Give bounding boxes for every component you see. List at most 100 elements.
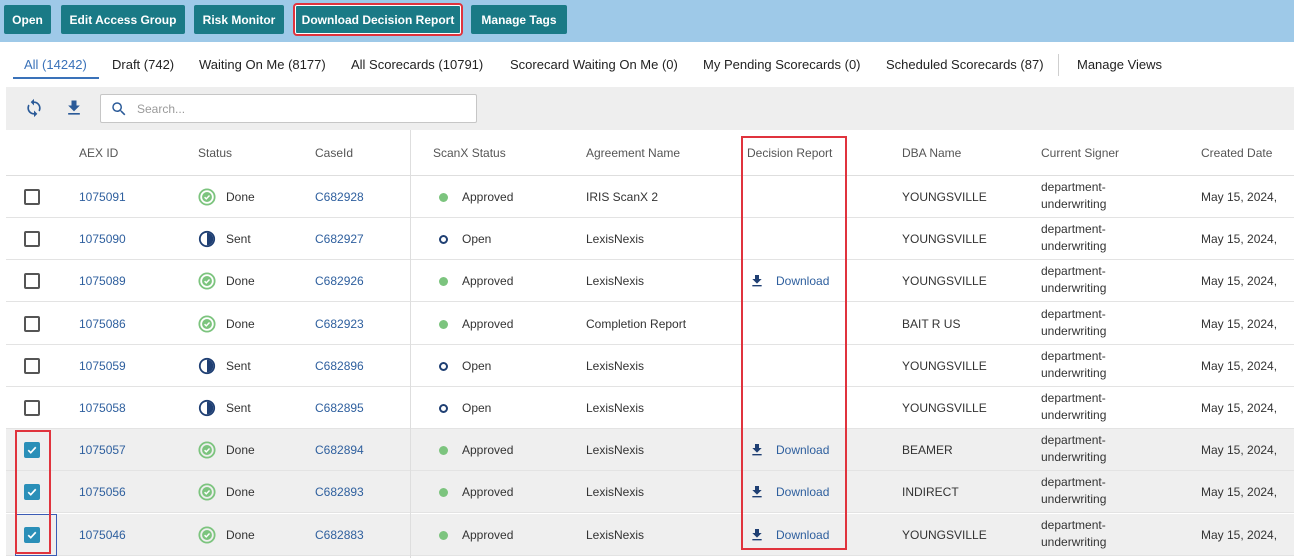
header-agreement-name[interactable]: Agreement Name	[586, 146, 680, 160]
case-id-link[interactable]: C682923	[315, 317, 364, 331]
row-checkbox[interactable]	[24, 273, 40, 290]
current-signer: department-underwriting	[1041, 517, 1106, 551]
aex-id-link[interactable]: 1075057	[79, 443, 126, 457]
tab-manage-views[interactable]: Manage Views	[1077, 57, 1162, 72]
header-scanx-status[interactable]: ScanX Status	[433, 146, 506, 160]
download-report-link[interactable]: Download	[776, 485, 829, 499]
table-row[interactable]: 1075058 Sent C682895 Open LexisNexis YOUNGSVI…	[6, 387, 1294, 429]
download-report-link[interactable]: Download	[776, 528, 829, 542]
case-id-link[interactable]: C682895	[315, 401, 364, 415]
current-signer: department-underwriting	[1041, 263, 1106, 297]
header-dba-name[interactable]: DBA Name	[902, 146, 961, 160]
row-checkbox[interactable]	[24, 526, 40, 543]
case-id-link[interactable]: C682926	[315, 274, 364, 288]
sent-status-icon	[198, 399, 216, 417]
download-report-link[interactable]: Download	[776, 443, 829, 457]
table-row[interactable]: 1075086 Done C682923 Approved Completion Rep…	[6, 303, 1294, 345]
aex-id-link[interactable]: 1075091	[79, 190, 126, 204]
row-checkbox[interactable]	[24, 357, 40, 374]
case-id-link[interactable]: C682928	[315, 190, 364, 204]
header-decision-report[interactable]: Decision Report	[747, 146, 832, 160]
aex-id-link[interactable]: 1075058	[79, 401, 126, 415]
case-id-link[interactable]: C682896	[315, 359, 364, 373]
header-status[interactable]: Status	[198, 146, 232, 160]
tab-all[interactable]: All (14242)	[24, 57, 87, 72]
row-checkbox[interactable]	[24, 315, 40, 332]
scanx-status-dot	[439, 277, 448, 287]
tab-separator	[1058, 54, 1059, 76]
tab-scorecard-waiting-on-me[interactable]: Scorecard Waiting On Me (0)	[510, 57, 678, 72]
header-case-id[interactable]: CaseId	[315, 146, 353, 160]
risk-monitor-button[interactable]: Risk Monitor	[194, 5, 284, 34]
case-id-link[interactable]: C682927	[315, 232, 364, 246]
case-id-link[interactable]: C682893	[315, 485, 364, 499]
action-bar: Open Edit Access Group Risk Monitor Down…	[0, 0, 1294, 42]
signer-line-1: department-	[1041, 391, 1106, 405]
created-date: May 15, 2024,	[1201, 190, 1278, 204]
current-signer: department-underwriting	[1041, 432, 1106, 466]
table-row[interactable]: 1075091 Done C682928 Approved IRIS ScanX 2 YO…	[6, 176, 1294, 218]
row-checkbox[interactable]	[24, 484, 40, 501]
done-status-icon	[198, 526, 216, 544]
row-checkbox[interactable]	[24, 442, 40, 459]
active-tab-indicator	[13, 77, 99, 79]
download-report-icon[interactable]	[749, 442, 765, 458]
header-created-date[interactable]: Created Date	[1201, 146, 1272, 160]
download-report-icon[interactable]	[749, 273, 765, 289]
status-text: Done	[226, 274, 255, 289]
agreement-name: LexisNexis	[586, 274, 645, 289]
created-date: May 15, 2024,	[1201, 232, 1278, 247]
aex-id-link[interactable]: 1075090	[79, 232, 126, 246]
dba-name: YOUNGSVILLE	[902, 401, 987, 415]
agreement-name: LexisNexis	[586, 358, 645, 373]
done-status-icon	[198, 483, 216, 501]
tab-scheduled-scorecards[interactable]: Scheduled Scorecards (87)	[886, 57, 1044, 72]
signer-line-2: underwriting	[1041, 365, 1107, 380]
table-row[interactable]: 1075057 Done C682894 Approved LexisNexis Down…	[6, 429, 1294, 472]
download-decision-report-button[interactable]: Download Decision Report	[293, 3, 463, 36]
status-text: Sent	[226, 232, 251, 247]
open-button[interactable]: Open	[4, 5, 51, 34]
search-input[interactable]	[137, 99, 467, 119]
case-id-link[interactable]: C682894	[315, 443, 364, 457]
download-icon[interactable]	[64, 98, 84, 118]
aex-id-link[interactable]: 1075089	[79, 274, 126, 288]
tab-my-pending-scorecards[interactable]: My Pending Scorecards (0)	[703, 57, 861, 72]
table-row[interactable]: 1075089 Done C682926 Approved LexisNexis Down…	[6, 260, 1294, 303]
sent-status-icon	[198, 231, 216, 248]
created-date: May 15, 2024,	[1201, 401, 1278, 415]
signer-line-1: department-	[1041, 475, 1106, 490]
table-header: AEX ID Status CaseId ScanX Status Agreem…	[6, 130, 1294, 176]
aex-id-link[interactable]: 1075056	[79, 485, 126, 499]
signer-line-1: department-	[1041, 433, 1106, 448]
case-id-link[interactable]: C682883	[315, 528, 364, 542]
table-row[interactable]: 1075046 Done C682883 Approved LexisNexis Down…	[6, 513, 1294, 556]
refresh-icon[interactable]	[24, 98, 44, 118]
download-report-icon[interactable]	[749, 484, 765, 500]
signer-line-1: department-	[1041, 306, 1106, 321]
tab-waiting-on-me[interactable]: Waiting On Me (8177)	[199, 57, 326, 72]
agreement-name: LexisNexis	[586, 401, 645, 415]
tab-draft[interactable]: Draft (742)	[112, 57, 174, 72]
aex-id-link[interactable]: 1075059	[79, 359, 126, 373]
download-report-link[interactable]: Download	[776, 274, 829, 288]
row-checkbox[interactable]	[24, 400, 40, 416]
table-row[interactable]: 1075090 Sent C682927 Open LexisNexis YOUNGSVI…	[6, 218, 1294, 261]
checkmark-icon	[27, 531, 37, 539]
table-row[interactable]: 1075059 Sent C682896 Open LexisNexis YOUNGSVI…	[6, 345, 1294, 387]
download-report-icon[interactable]	[749, 527, 765, 543]
signer-line-1: department-	[1041, 348, 1106, 363]
header-current-signer[interactable]: Current Signer	[1041, 146, 1119, 160]
status-text: Done	[226, 316, 255, 331]
aex-id-link[interactable]: 1075046	[79, 528, 126, 542]
created-date: May 15, 2024,	[1201, 527, 1278, 542]
signer-line-2: underwriting	[1041, 450, 1107, 465]
aex-id-link[interactable]: 1075086	[79, 317, 126, 331]
edit-access-group-button[interactable]: Edit Access Group	[61, 5, 185, 34]
table-row[interactable]: 1075056 Done C682893 Approved LexisNexis Down…	[6, 471, 1294, 514]
row-checkbox[interactable]	[24, 189, 40, 205]
manage-tags-button[interactable]: Manage Tags	[471, 5, 567, 34]
header-aex-id[interactable]: AEX ID	[79, 146, 118, 160]
row-checkbox[interactable]	[24, 231, 40, 248]
tab-all-scorecards[interactable]: All Scorecards (10791)	[351, 57, 483, 72]
